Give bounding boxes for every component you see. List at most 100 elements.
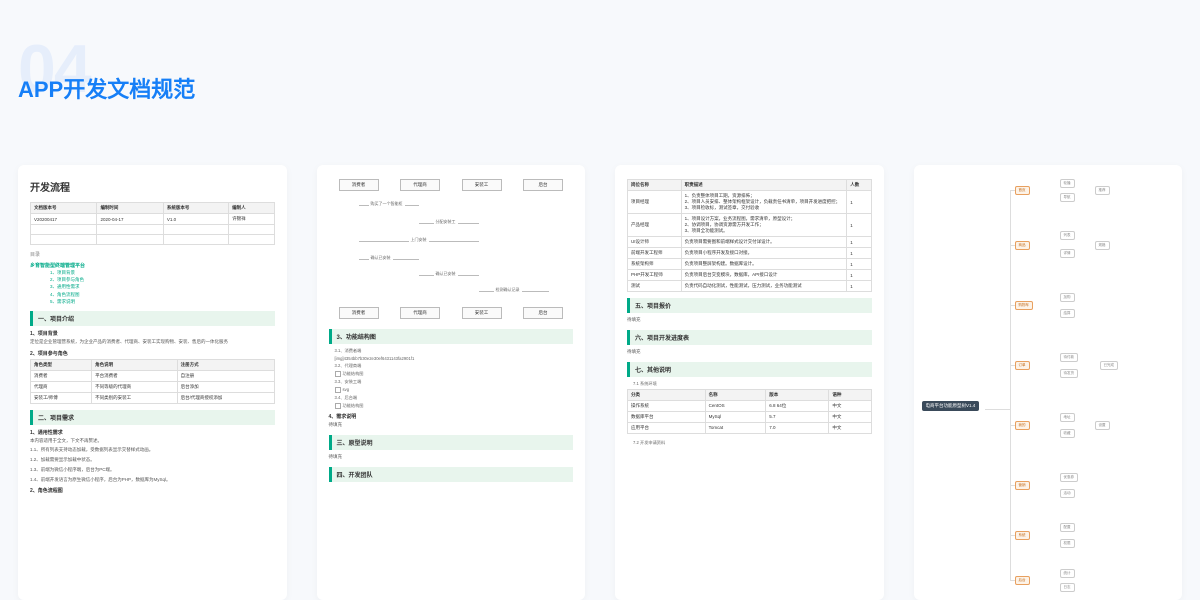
- flow-diagram: 消费者 代理商 安装工 后台 购买了一个智能柜 分配安装工 上门安装 确认已安装…: [329, 179, 574, 319]
- td: 负责项目后台交变模块，数据库，API接口设计: [681, 270, 847, 281]
- mindmap-leaf: 推荐: [1095, 186, 1110, 195]
- td: 中文: [829, 400, 871, 411]
- toc-item: 4、角色流程图: [50, 291, 275, 298]
- td: [97, 235, 163, 245]
- section-2: 二、项目需求: [30, 410, 275, 425]
- mindmap-node: 系统: [1015, 531, 1030, 540]
- td: 1: [847, 281, 871, 292]
- flow-box: 后台: [523, 307, 563, 319]
- page-title: APP开发文档规范: [18, 72, 195, 104]
- mindmap-leaf: 轮播: [1060, 179, 1075, 188]
- toc-head: 乡育智能型终端管理平台: [30, 262, 275, 269]
- li: 1.1、所有列表支持动态加载，受数据列表显示交替样式动画。: [30, 447, 275, 454]
- txt-1-1: 定位是企业管理营系统，为企业产品的消费者、代理商、安装工实现购物、安装、售后的一…: [30, 339, 275, 346]
- td: 1、负责整体项目工期，资源排佈； 2、项目人员安排、整体架构框架设计，负载责任书…: [681, 191, 847, 214]
- sub-8-1: 7.1 系统环境: [633, 381, 872, 387]
- txt-sec6: 待填充: [627, 317, 872, 324]
- li: 1.2、加载需要显示加载中状态。: [30, 457, 275, 464]
- flow-label: 购买了一个智能柜: [369, 201, 405, 207]
- mindmap-leaf: 详情: [1060, 249, 1075, 258]
- section-3: 3、功能结构图: [329, 329, 574, 344]
- mindmap-node: 商品: [1015, 241, 1030, 250]
- txt-4: 待填充: [329, 422, 574, 429]
- section-7: 六、项目开发进度表: [627, 330, 872, 345]
- sub-4: 4、需求说明: [329, 413, 574, 420]
- card-row: 开发流程 文档版本号 编制时间 系统版本号 编制人 V202004172020-…: [18, 165, 1182, 600]
- team-table: 岗位名称 职责描述 人数 项目经理1、负责整体项目工期，资源排佈； 2、项目人员…: [627, 179, 872, 292]
- td: 1: [847, 248, 871, 259]
- sub-3-1: 3.1、消费者端: [335, 348, 574, 354]
- mindmap-node: 首页: [1015, 186, 1030, 195]
- toc-item: 2、项目参与角色: [50, 276, 275, 283]
- mindmap-leaf: 列表: [1060, 231, 1075, 240]
- txt-sec7: 待填充: [627, 349, 872, 356]
- td: 1: [847, 259, 871, 270]
- td: 后台添加: [177, 381, 274, 392]
- icon-label: 功能结构图: [343, 403, 364, 408]
- td: UI设计师: [628, 237, 682, 248]
- th: 名称: [705, 389, 766, 400]
- image-icon: [335, 371, 341, 377]
- mindmap-leaf: 导航: [1060, 193, 1075, 202]
- txt-sec4: 待填充: [329, 454, 574, 461]
- mindmap-leaf: 设置: [1095, 421, 1110, 430]
- td: [163, 235, 228, 245]
- td: [229, 235, 274, 245]
- mindmap-leaf: 活动: [1060, 489, 1075, 498]
- td: 项目经理: [628, 191, 682, 214]
- flow-box: 安装工: [462, 307, 502, 319]
- td: [31, 235, 97, 245]
- td: 许锦祥: [229, 214, 274, 225]
- doc-card-3: 岗位名称 职责描述 人数 项目经理1、负责整体项目工期，资源排佈； 2、项目人员…: [615, 165, 884, 600]
- flow-box: 消费者: [339, 307, 379, 319]
- mindmap-leaf: 规格: [1095, 241, 1110, 250]
- td: 不同类别的安装工: [92, 392, 177, 403]
- td: 前端开发工程师: [628, 248, 682, 259]
- td: 安装工/师傅: [31, 392, 92, 403]
- td: [31, 225, 97, 235]
- txt-2-1: 本内容适用于全文，下文不再赘述。: [30, 438, 275, 445]
- image-icon: [335, 387, 341, 393]
- td: V20200417: [31, 214, 97, 225]
- td: 1: [847, 214, 871, 237]
- li: 1.4、前端开发语言为原生微信小程序，后台为PHP，数据库为MySql。: [30, 477, 275, 484]
- mindmap-leaf: 统计: [1060, 569, 1075, 578]
- mindmap-leaf: 优惠券: [1060, 473, 1079, 482]
- td: [229, 225, 274, 235]
- th: 编制时间: [97, 203, 163, 214]
- td: 负责代码自动化测试，性能测试，压力测试，业务功能测试: [681, 281, 847, 292]
- th: 语种: [829, 389, 871, 400]
- sub-1-2: 2、项目参与角色: [30, 350, 275, 357]
- mindmap-root: 电商平台功能原型树V1.4: [922, 401, 980, 411]
- card1-heading: 开发流程: [30, 179, 275, 194]
- td: 1: [847, 237, 871, 248]
- td: [97, 225, 163, 235]
- th: 职责描述: [681, 180, 847, 191]
- td: 消费者: [31, 370, 92, 381]
- th: 岗位名称: [628, 180, 682, 191]
- td: 数据库平台: [628, 411, 706, 422]
- th: 人数: [847, 180, 871, 191]
- mindmap-leaf: 已完成: [1100, 361, 1119, 370]
- toc-item: 5、需求说明: [50, 298, 275, 305]
- toc-item: 1、项目背景: [50, 269, 275, 276]
- td: 应用平台: [628, 422, 706, 433]
- th: 注册方式: [177, 359, 274, 370]
- flow-label: 分配安装工: [434, 219, 458, 225]
- sub-2-2: 2、角色流程图: [30, 487, 275, 494]
- role-table: 角色类型 角色说明 注册方式 消费者平台消费者自注册 代理商不同等级的代理商后台…: [30, 359, 275, 404]
- td: 操作系统: [628, 400, 706, 411]
- td: 代理商: [31, 381, 92, 392]
- td: [163, 225, 228, 235]
- flow-box: 代理商: [400, 179, 440, 191]
- mindmap-leaf: 地址: [1060, 413, 1075, 422]
- mindmap: 电商平台功能原型树V1.4 首页 商品 购物车 订单 我的 营销 系统 后台 轮…: [920, 171, 1176, 594]
- mindmap-node: 营销: [1015, 481, 1030, 490]
- td: V1.0: [163, 214, 228, 225]
- icon-placeholder: 功能结构图: [335, 371, 574, 377]
- mindmap-leaf: 配置: [1060, 523, 1075, 532]
- mindmap-leaf: 结算: [1060, 309, 1075, 318]
- icon-label: svg: [343, 387, 350, 392]
- td: 测试: [628, 281, 682, 292]
- td: 7.0: [766, 422, 829, 433]
